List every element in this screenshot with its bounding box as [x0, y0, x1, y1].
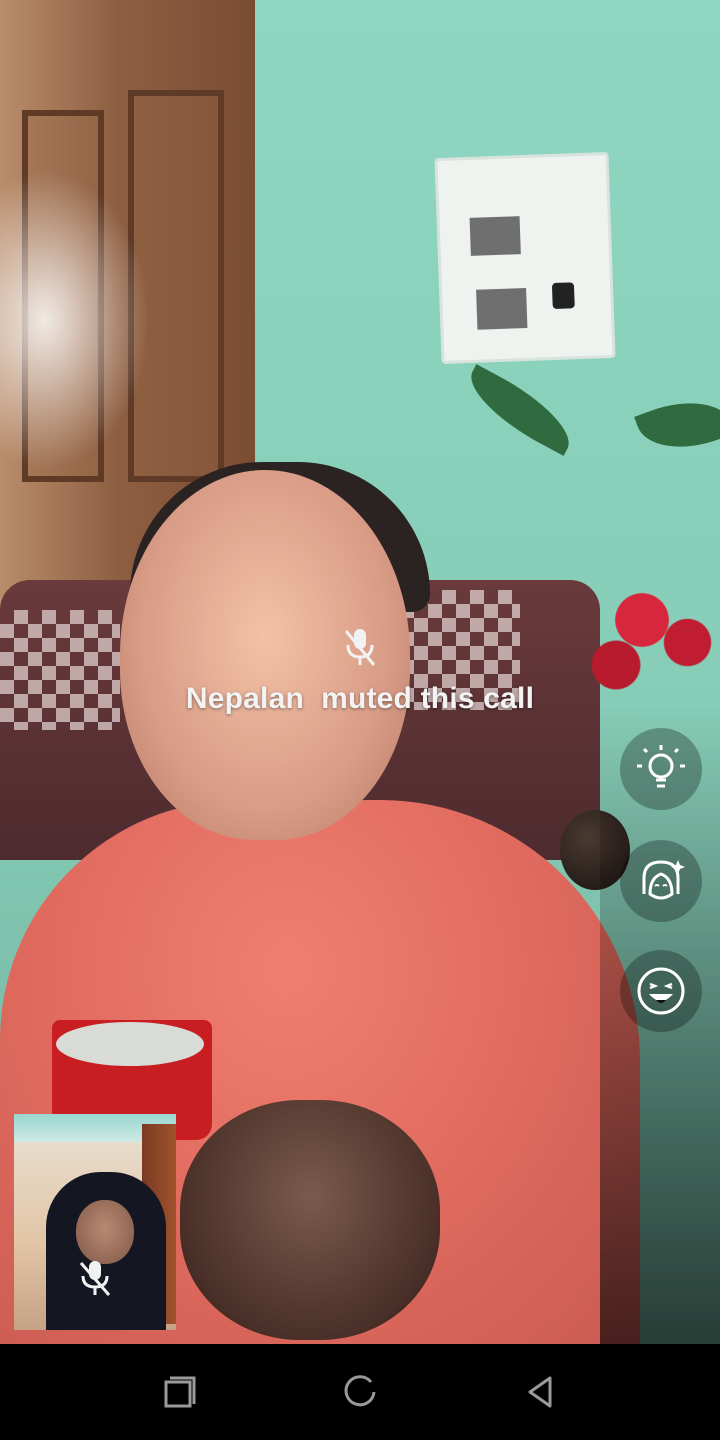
switch: [469, 216, 521, 256]
back-triangle-icon: [528, 1376, 552, 1408]
video-call-screen: Nepalan muted this call: [0, 0, 720, 1344]
mic-off-icon: [344, 629, 376, 666]
hand: [180, 1100, 440, 1340]
plug: [551, 282, 575, 310]
switch-board: [434, 152, 616, 364]
emoji-effect-button[interactable]: [620, 950, 702, 1032]
emoji-face-icon: [637, 967, 685, 1015]
mug-rim: [56, 1022, 204, 1066]
recents-button[interactable]: [160, 1372, 200, 1412]
muted-notice: Nepalan muted this call: [0, 625, 720, 716]
socket: [476, 287, 528, 330]
mic-off-icon: [79, 1261, 111, 1296]
home-button[interactable]: [340, 1372, 380, 1412]
face-beauty-icon: [642, 860, 685, 900]
home-circle-icon: [344, 1375, 376, 1407]
system-navigation-bar: [0, 1344, 720, 1440]
back-button[interactable]: [520, 1372, 560, 1412]
self-view-face: [76, 1200, 134, 1264]
light-glare: [0, 170, 150, 470]
recents-square-icon: [164, 1376, 196, 1408]
lighting-effect-button[interactable]: [620, 728, 702, 810]
lightbulb-icon: [637, 745, 685, 788]
muted-message: Nepalan muted this call: [185, 682, 535, 715]
beauty-effect-button[interactable]: [620, 840, 702, 922]
